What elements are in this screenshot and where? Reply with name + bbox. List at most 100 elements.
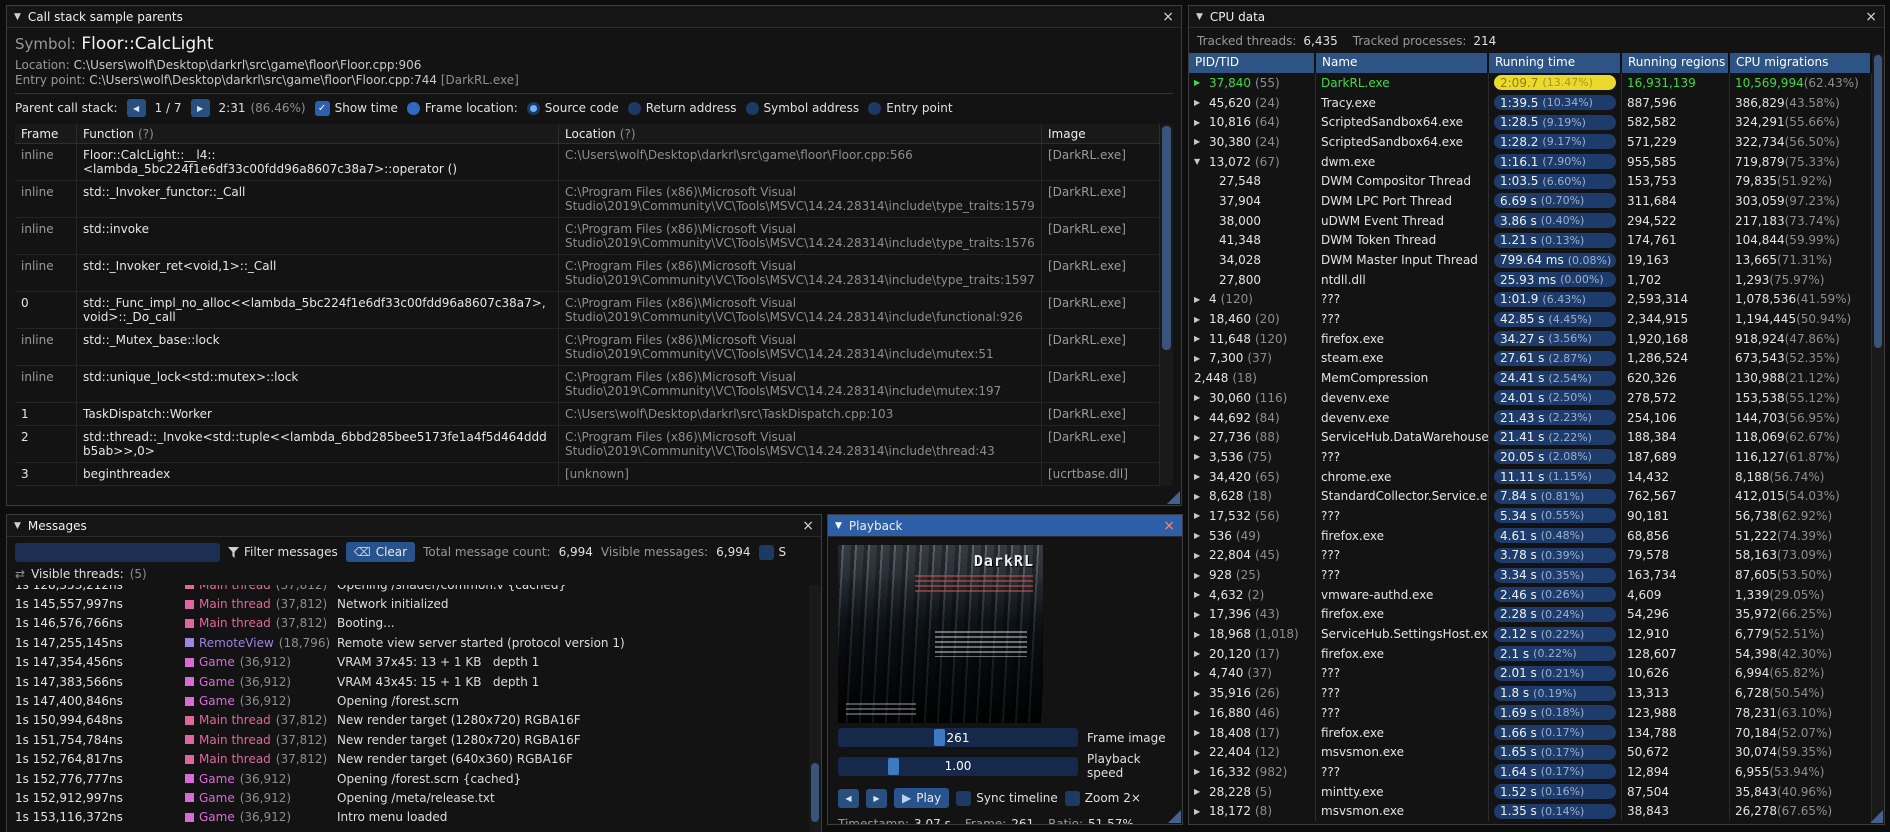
cpu-row[interactable]: ▶ 4,740 (37)??? 2.01 s (0.21%) 10,626 6,994 (… <box>1189 663 1872 684</box>
cpu-titlebar[interactable]: ▼ CPU data × <box>1189 6 1884 28</box>
expand-arrow-icon[interactable]: ▶ <box>1194 689 1205 698</box>
cpu-row[interactable]: ▶ 18,172 (8) msvsmon.exe 1.35 s (0.14%) 38,84… <box>1189 801 1872 822</box>
expand-arrow-icon[interactable]: ▶ <box>1194 472 1205 481</box>
cpu-row[interactable]: ▶ 4 (120)??? 1:01.9 (6.43%) 2,593,314 1,078,5… <box>1189 289 1872 310</box>
close-icon[interactable]: × <box>1865 10 1877 24</box>
expand-arrow-icon[interactable]: ▶ <box>1194 649 1205 658</box>
expand-arrow-icon[interactable]: ▶ <box>1194 98 1205 107</box>
expand-arrow-icon[interactable]: ▶ <box>1194 295 1205 304</box>
message-row[interactable]: 1s 152,912,997ns Game (36,912) Opening /me… <box>7 788 809 807</box>
resize-grip[interactable] <box>1168 810 1181 823</box>
clipped-checkbox[interactable]: S <box>758 544 786 560</box>
cpu-row[interactable]: 27,800 ntdll.dll 25.93 ms (0.00%) 1,702 1,293… <box>1189 269 1872 290</box>
show-time-checkbox[interactable]: ✓ Show time <box>314 100 398 116</box>
cpu-row[interactable]: ▶ 18,408 (17) firefox.exe 1.66 s (0.17%) 134,… <box>1189 722 1872 743</box>
collapse-icon[interactable]: ▼ <box>14 521 21 531</box>
collapse-arrow-icon[interactable]: ▼ <box>1194 157 1205 166</box>
expand-arrow-icon[interactable]: ▶ <box>1194 630 1205 639</box>
expand-arrow-icon[interactable]: ▶ <box>1194 492 1205 501</box>
callstack-row[interactable]: 3 beginthreadex [unknown] [ucrtbase.dll] <box>15 463 1160 486</box>
expand-arrow-icon[interactable]: ▶ <box>1194 452 1205 461</box>
cpu-row[interactable]: ▶ 22,804 (45)??? 3.78 s (0.39%) 79,578 58,163… <box>1189 545 1872 566</box>
messages-titlebar[interactable]: ▼ Messages × <box>7 515 821 537</box>
column-header-frame[interactable]: Frame <box>15 124 77 143</box>
radio-source-code[interactable]: Source code <box>526 101 619 115</box>
expand-arrow-icon[interactable]: ▶ <box>1194 610 1205 619</box>
expand-arrow-icon[interactable]: ▶ <box>1194 511 1205 520</box>
frame-image-preview[interactable]: DarkRL <box>838 545 1043 723</box>
cpu-row[interactable]: ▶ 3,536 (75)??? 20.05 s (2.08%) 187,689 116,1… <box>1189 447 1872 467</box>
expand-arrow-icon[interactable]: ▶ <box>1194 767 1205 776</box>
next-parent-button[interactable]: ▶ <box>190 99 210 117</box>
expand-arrow-icon[interactable]: ▶ <box>1194 807 1205 816</box>
message-row[interactable]: 1s 147,400,846ns Game (36,912) Opening /fo… <box>7 691 809 710</box>
cpu-row[interactable]: 34,028 DWM Master Input Thread 799.64 ms (0… <box>1189 250 1872 270</box>
callstack-row[interactable]: 2 std::thread::_Invoke<std::tuple<<lambda… <box>15 426 1160 463</box>
cpu-row[interactable]: ▶ 17,396 (43) firefox.exe 2.28 s (0.24%) 54,2… <box>1189 604 1872 625</box>
message-row[interactable]: 1s 150,994,648ns Main thread (37,812) New … <box>7 711 809 730</box>
callstack-row[interactable]: inline std::invoke C:\Program Files (x86)\… <box>15 218 1160 255</box>
collapse-icon[interactable]: ▼ <box>1196 12 1203 22</box>
prev-frame-button[interactable]: ◀ <box>838 788 859 808</box>
column-header-running-regions[interactable]: Running regions <box>1622 53 1730 73</box>
cpu-row[interactable]: 41,348 DWM Token Thread 1.21 s (0.13%) 174,7… <box>1189 230 1872 251</box>
message-row[interactable]: 1s 147,255,145ns RemoteView (18,796) Remot… <box>7 633 809 652</box>
expand-arrow-icon[interactable]: ▶ <box>1194 571 1205 580</box>
expand-arrow-icon[interactable]: ▶ <box>1194 118 1205 127</box>
expand-arrow-icon[interactable]: ▶ <box>1194 728 1205 737</box>
column-header-running-time[interactable]: Running time <box>1489 53 1622 73</box>
cpu-row[interactable]: ▶ 30,060 (116) devenv.exe 24.01 s (2.50%) 278… <box>1189 388 1872 408</box>
scrollbar-thumb[interactable] <box>1874 55 1882 348</box>
collapse-icon[interactable]: ▼ <box>835 521 842 531</box>
cpu-row[interactable]: ▶ 536 (49) firefox.exe 4.61 s (0.48%) 68,856 5… <box>1189 525 1872 546</box>
expand-arrow-icon[interactable]: ▶ <box>1194 354 1205 363</box>
message-row[interactable]: 1s 152,776,777ns Game (36,912) Opening /fo… <box>7 769 809 788</box>
cpu-row[interactable]: ▶ 18,460 (20)??? 42.85 s (4.45%) 2,344,915 1,… <box>1189 309 1872 329</box>
expand-arrow-icon[interactable]: ▶ <box>1194 334 1205 343</box>
cpu-row[interactable]: 37,904 DWM LPC Port Thread 6.69 s (0.70%) 31… <box>1189 191 1872 211</box>
callstack-row[interactable]: inline std::_Mutex_base::lock C:\Program F… <box>15 329 1160 366</box>
cpu-row[interactable]: ▶ 27,736 (88) ServiceHub.DataWarehouse 21.4… <box>1189 427 1872 448</box>
zoom-2x-checkbox[interactable]: Zoom 2× <box>1064 790 1141 806</box>
expand-arrow-icon[interactable]: ▶ <box>1194 748 1205 757</box>
column-header-cpu-migrations[interactable]: CPU migrations <box>1730 53 1872 73</box>
messages-scrollbar[interactable] <box>809 585 821 832</box>
cpu-row[interactable]: ▶ 45,620 (24) Tracy.exe 1:39.5 (10.34%) 887,5… <box>1189 92 1872 113</box>
filter-input[interactable] <box>15 542 220 562</box>
cpu-row[interactable]: ▶ 28,228 (5) mintty.exe 1.52 s (0.16%) 87,504… <box>1189 781 1872 802</box>
radio-return-address[interactable]: Return address <box>627 101 737 115</box>
column-header-image[interactable]: Image <box>1042 124 1160 143</box>
cpu-row[interactable]: ▶ 17,532 (56)??? 5.34 s (0.55%) 90,181 56,738… <box>1189 506 1872 526</box>
cpu-row[interactable]: ▶ 16,880 (46)??? 1.69 s (0.18%) 123,988 78,23… <box>1189 703 1872 723</box>
message-row[interactable]: 1s 151,754,784ns Main thread (37,812) New … <box>7 730 809 749</box>
cpu-row[interactable]: ▶ 44,692 (84) devenv.exe 21.43 s (2.23%) 254,… <box>1189 407 1872 428</box>
close-icon[interactable]: × <box>1162 10 1174 24</box>
message-row[interactable]: 1s 145,557,997ns Main thread (37,812) Netw… <box>7 594 809 613</box>
play-button[interactable]: ▶ Play <box>894 788 950 808</box>
message-row[interactable]: 1s 146,576,766ns Main thread (37,812) Boot… <box>7 614 809 633</box>
playback-speed-slider[interactable]: 1.00 <box>838 756 1078 776</box>
column-header-name[interactable]: Name <box>1316 53 1489 73</box>
clear-button[interactable]: ⌫ Clear <box>345 542 416 562</box>
column-header-function[interactable]: Function (?) <box>77 124 559 143</box>
cpu-row[interactable]: ▶ 18,968 (1,018) ServiceHub.SettingsHost.e… <box>1189 624 1872 644</box>
cpu-row[interactable]: ▶ 22,404 (12) msvsmon.exe 1.65 s (0.17%) 50,6… <box>1189 742 1872 763</box>
cpu-scrollbar[interactable] <box>1872 53 1884 824</box>
callstack-scrollbar[interactable] <box>1160 124 1173 486</box>
sync-timeline-checkbox[interactable]: Sync timeline <box>956 790 1058 806</box>
scrollbar-thumb[interactable] <box>1162 126 1171 351</box>
message-row[interactable]: 1s 153,116,372ns Game (36,912) Intro menu … <box>7 808 809 827</box>
expand-arrow-icon[interactable]: ▶ <box>1194 708 1205 717</box>
radio-entry-point[interactable]: Entry point <box>868 101 953 115</box>
cpu-row[interactable]: ▶ 7,300 (37) steam.exe 27.61 s (2.87%) 1,286,… <box>1189 348 1872 369</box>
close-icon[interactable]: × <box>802 519 814 533</box>
expand-arrow-icon[interactable]: ▶ <box>1194 78 1205 87</box>
callstack-row[interactable]: inline std::unique_lock<std::mutex>::lock… <box>15 366 1160 403</box>
close-icon[interactable]: × <box>1163 519 1175 533</box>
callstack-row[interactable]: 0 std::_Func_impl_no_alloc<<lambda_5bc224… <box>15 292 1160 329</box>
message-row[interactable]: 1s 147,354,456ns Game (36,912) VRAM 37x45:… <box>7 653 809 672</box>
frame-image-slider[interactable]: 261 <box>838 728 1078 747</box>
next-frame-button[interactable]: ▶ <box>866 788 887 808</box>
cpu-row[interactable]: ▶ 20,120 (17) firefox.exe 2.1 s (0.22%) 128,6… <box>1189 643 1872 664</box>
callstack-row[interactable]: 1 TaskDispatch::Worker C:\Users\wolf\Deskt… <box>15 403 1160 426</box>
